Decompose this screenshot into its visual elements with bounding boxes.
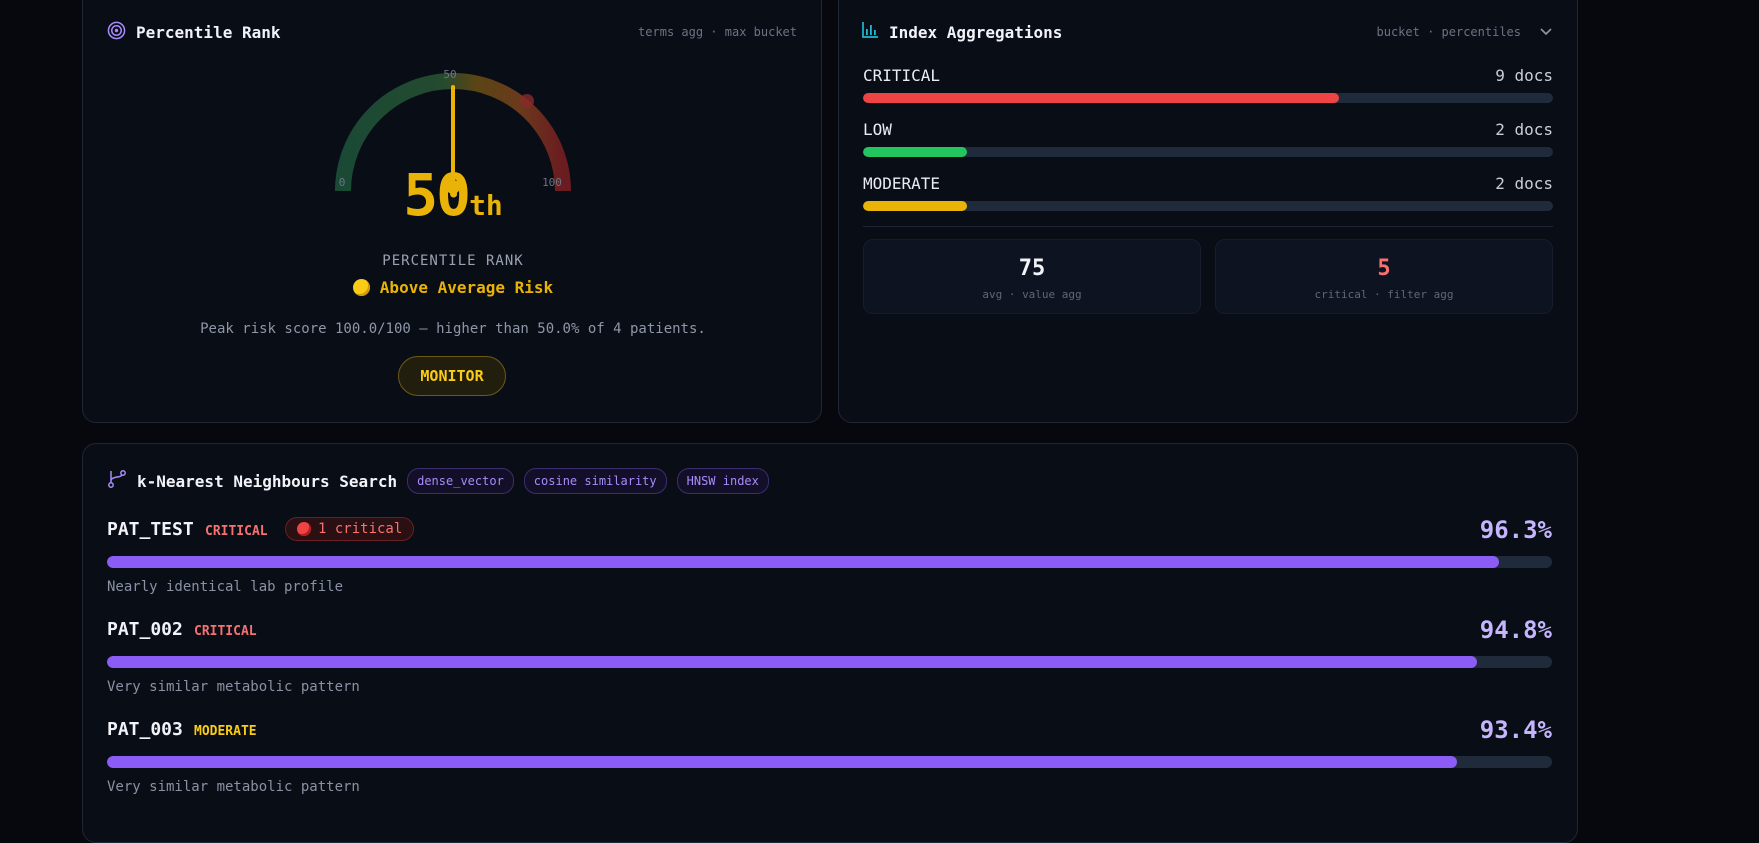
similarity-score: 93.4% <box>1479 716 1552 744</box>
tag-pill: HNSW index <box>676 468 769 494</box>
aggregations-card-header: Index Aggregations <box>861 21 1062 43</box>
aggregations-card-meta: bucket · percentiles <box>1376 25 1522 39</box>
knn-search-card: k-Nearest Neighbours Search dense_vector… <box>82 443 1578 843</box>
agg-bucket-label: LOW <box>863 120 892 139</box>
tag-pill: dense_vector <box>407 468 514 494</box>
similarity-fill <box>107 756 1457 768</box>
index-aggregations-card: Index Aggregations bucket · percentiles … <box>838 0 1578 423</box>
neighbour-description: Very similar metabolic pattern <box>107 779 360 795</box>
monitor-button[interactable]: MONITOR <box>398 356 506 396</box>
critical-count-badge: 1 critical <box>285 517 415 541</box>
percentile-rank-card: Percentile Rank terms agg · max bucket 0… <box>82 0 822 423</box>
rank-number: 50 <box>403 161 471 229</box>
percentile-rank-value: 50th <box>83 161 823 229</box>
severity-label: CRITICAL <box>194 624 257 639</box>
risk-label: Above Average Risk <box>379 278 554 297</box>
bar-chart-icon <box>861 21 879 43</box>
patient-id: PAT_003 <box>107 719 183 740</box>
critical-count-label: 1 critical <box>318 521 403 537</box>
tag-pill: cosine similarity <box>523 468 667 494</box>
similarity-score: 96.3% <box>1479 516 1552 544</box>
agg-bucket-fill <box>863 147 967 157</box>
agg-bucket-track <box>863 147 1553 157</box>
stat-card-avg: 75 avg · value agg <box>863 239 1201 314</box>
stat-value: 75 <box>1018 256 1046 281</box>
git-branch-icon <box>107 469 127 493</box>
similarity-track <box>107 556 1552 568</box>
agg-bucket-fill <box>863 201 967 211</box>
similarity-score: 94.8% <box>1479 616 1552 644</box>
similarity-fill <box>107 556 1499 568</box>
stat-card-critical: 5 critical · filter agg <box>1215 239 1553 314</box>
agg-bucket-count: 9 docs <box>1495 66 1553 85</box>
stat-caption: avg · value agg <box>982 288 1082 301</box>
knn-card-title: k-Nearest Neighbours Search <box>137 471 398 491</box>
neighbour-description: Nearly identical lab profile <box>107 579 344 595</box>
severity-label: MODERATE <box>194 724 257 739</box>
severity-label: CRITICAL <box>205 524 268 539</box>
red-circle-icon <box>297 522 311 536</box>
stat-caption: critical · filter agg <box>1314 288 1454 301</box>
neighbour-description: Very similar metabolic pattern <box>107 679 360 695</box>
similarity-track <box>107 656 1552 668</box>
agg-bucket-label: MODERATE <box>863 174 941 193</box>
agg-bucket-count: 2 docs <box>1495 174 1553 193</box>
agg-bucket-track <box>863 201 1553 211</box>
similarity-fill <box>107 656 1477 668</box>
agg-bucket-track <box>863 93 1553 103</box>
risk-summary: Peak risk score 100.0/100 — higher than … <box>200 321 706 337</box>
agg-bucket-fill <box>863 93 1340 103</box>
rank-suffix: th <box>469 189 503 222</box>
chevron-down-icon[interactable] <box>1539 23 1553 42</box>
rank-label: PERCENTILE RANK <box>382 253 524 269</box>
patient-id: PAT_TEST <box>107 519 194 540</box>
agg-bucket-count: 2 docs <box>1495 120 1553 139</box>
aggregations-card-title: Index Aggregations <box>889 22 1063 42</box>
similarity-track <box>107 756 1552 768</box>
divider <box>863 226 1553 227</box>
gauge-mid-label: 50 <box>443 68 456 81</box>
agg-bucket-label: CRITICAL <box>863 66 941 85</box>
stat-value: 5 <box>1377 256 1391 281</box>
yellow-circle-icon <box>352 279 370 296</box>
knn-card-header: k-Nearest Neighbours Search dense_vector… <box>107 468 769 494</box>
risk-status: Above Average Risk <box>83 278 823 297</box>
patient-id: PAT_002 <box>107 619 183 640</box>
gauge-marker <box>520 94 534 108</box>
